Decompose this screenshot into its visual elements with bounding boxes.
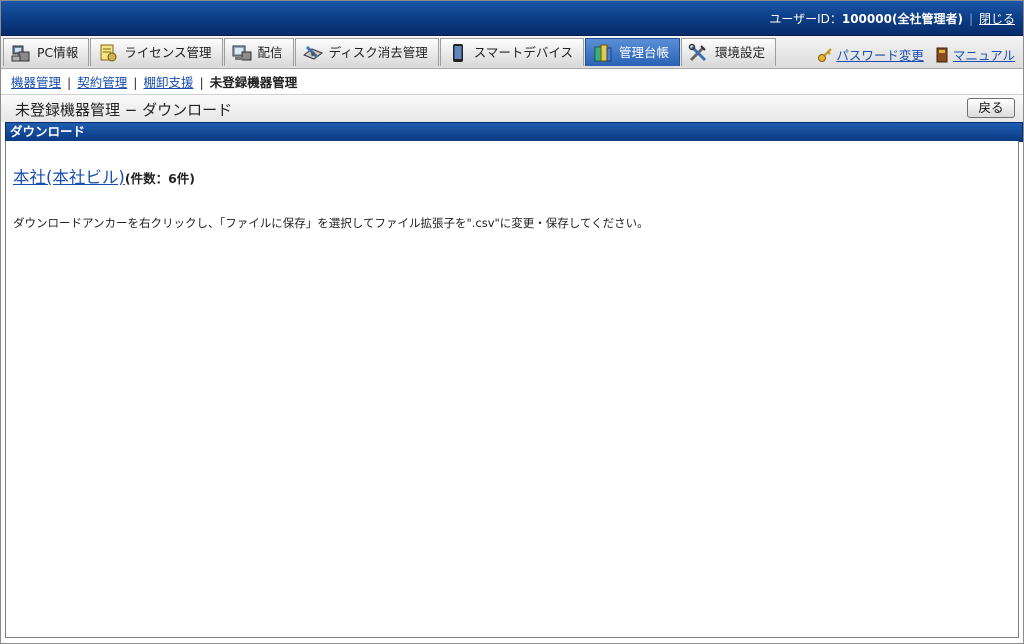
tab-smart-device[interactable]: スマートデバイス (439, 38, 584, 66)
tab-list: PC情報 ライセンス管理 配信 ディスク消去管理 スマートデバイス 管理台帳 環… (3, 38, 777, 67)
breadcrumb: 機器管理 | 契約管理 | 棚卸支援 | 未登録機器管理 (11, 72, 297, 91)
application-window: ユーザーID：100000(全社管理者) | 閉じる PC情報 ライセンス管理 (0, 0, 1024, 644)
close-link[interactable]: 閉じる (979, 12, 1015, 26)
breadcrumb-item-device-management[interactable]: 機器管理 (11, 75, 61, 90)
tab-label: PC情報 (37, 45, 79, 60)
content-panel: 本社(本社ビル)(件数：6件) ダウンロードアンカーを右クリックし、「ファイルに… (5, 141, 1019, 638)
smartphone-icon (447, 43, 469, 63)
back-button[interactable]: 戻る (967, 98, 1015, 118)
breadcrumb-item-contract-management[interactable]: 契約管理 (77, 75, 127, 90)
breadcrumb-separator: | (133, 75, 138, 90)
user-info: ユーザーID：100000(全社管理者) | 閉じる (769, 10, 1015, 27)
tools-icon (688, 43, 710, 63)
tab-label: 管理台帳 (618, 45, 669, 60)
pc-icon (10, 43, 32, 63)
ledger-icon (592, 43, 614, 63)
top-header: ユーザーID：100000(全社管理者) | 閉じる (1, 1, 1023, 36)
tab-label: 配信 (257, 45, 283, 60)
tab-label: ライセンス管理 (124, 45, 212, 60)
tab-label: スマートデバイス (473, 45, 573, 60)
tab-disk-erase[interactable]: ディスク消去管理 (294, 38, 439, 66)
key-icon (817, 47, 833, 63)
section-header: ダウンロード (5, 122, 1023, 142)
password-change-link[interactable]: パスワード変更 (836, 45, 924, 64)
breadcrumb-current: 未登録機器管理 (209, 75, 298, 90)
page-title: 未登録機器管理 − ダウンロード (15, 101, 233, 119)
disk-erase-icon (302, 43, 324, 63)
tab-settings[interactable]: 環境設定 (680, 38, 776, 66)
distribution-icon (231, 43, 253, 63)
download-instructions: ダウンロードアンカーを右クリックし、「ファイルに保存」を選択してファイル拡張子を… (13, 216, 649, 230)
user-id-label: ユーザーID： (769, 12, 842, 26)
tab-ledger[interactable]: 管理台帳 (584, 38, 680, 66)
breadcrumb-separator: | (199, 75, 204, 90)
manual-book-icon (934, 47, 950, 63)
breadcrumb-item-inventory-support[interactable]: 棚卸支援 (143, 75, 193, 90)
download-anchor[interactable]: 本社(本社ビル) (13, 168, 125, 187)
divider: | (968, 12, 973, 26)
tab-pc-info[interactable]: PC情報 (3, 38, 90, 66)
tab-label: 環境設定 (714, 45, 765, 60)
license-icon (97, 43, 119, 63)
utility-links: パスワード変更 マニュアル (817, 45, 1015, 64)
user-id-value: 100000(全社管理者) (841, 12, 963, 26)
page-title-bar: 未登録機器管理 − ダウンロード 戻る (1, 94, 1023, 122)
breadcrumb-separator: | (67, 75, 72, 90)
tab-license[interactable]: ライセンス管理 (90, 38, 223, 66)
record-count: (件数：6件) (124, 171, 195, 186)
download-entry: 本社(本社ビル)(件数：6件) (13, 164, 195, 188)
main-nav: PC情報 ライセンス管理 配信 ディスク消去管理 スマートデバイス 管理台帳 環… (1, 36, 1023, 69)
manual-link[interactable]: マニュアル (953, 45, 1015, 64)
tab-distribution[interactable]: 配信 (223, 38, 294, 66)
tab-label: ディスク消去管理 (328, 45, 428, 60)
